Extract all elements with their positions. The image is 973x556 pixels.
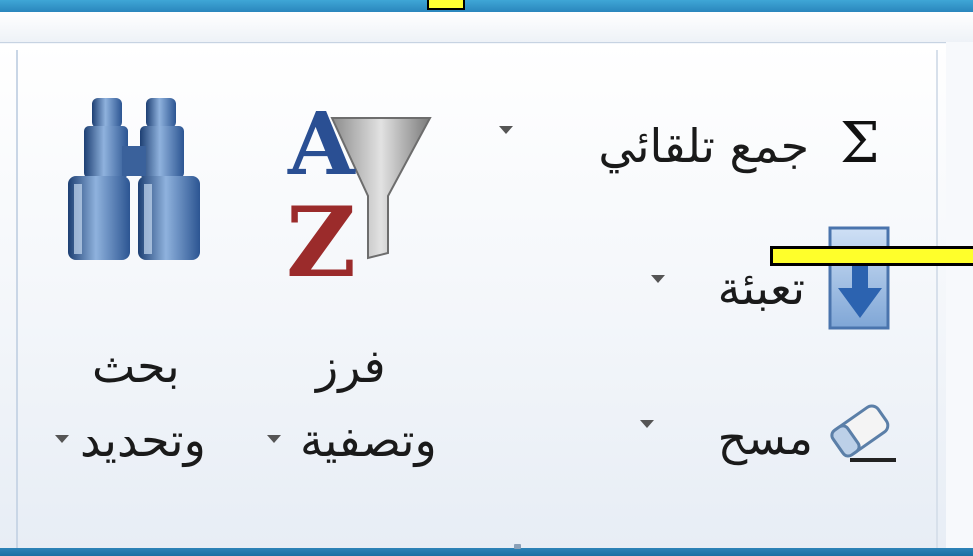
annotation-pointer-arrow — [770, 246, 973, 266]
ribbon-right-edge — [946, 42, 973, 548]
clear-label[interactable]: مسح — [718, 412, 813, 464]
title-band — [0, 0, 973, 12]
bottom-band — [0, 548, 973, 556]
autosum-dropdown-arrow[interactable] — [499, 126, 513, 134]
sort-filter-dropdown-arrow[interactable] — [267, 435, 281, 443]
group-separator-left — [16, 50, 18, 548]
fill-dropdown-arrow[interactable] — [651, 275, 665, 283]
find-select-label-line2[interactable]: وتحديد — [80, 414, 206, 466]
sort-filter-label-line2[interactable]: وتصفية — [300, 414, 437, 466]
find-select-label-line1[interactable]: بحث — [92, 340, 180, 392]
annotation-marker-top — [427, 0, 465, 10]
sort-filter-label-line1[interactable]: فرز — [316, 340, 386, 392]
eraser-icon[interactable] — [820, 392, 900, 470]
svg-text:Z: Z — [286, 186, 356, 283]
group-separator-right — [936, 50, 938, 548]
ribbon-tab-strip — [0, 12, 973, 43]
group-dialog-launcher[interactable] — [514, 544, 521, 549]
svg-text:A: A — [287, 94, 356, 195]
autosum-label[interactable]: جمع تلقائي — [598, 120, 809, 172]
fill-label[interactable]: تعبئة — [718, 262, 805, 314]
find-select-dropdown-arrow[interactable] — [55, 435, 69, 443]
sort-az-funnel-icon[interactable]: A Z — [280, 88, 440, 299]
binoculars-icon[interactable] — [62, 94, 212, 268]
sigma-icon[interactable]: Σ — [840, 116, 880, 172]
fill-down-arrow-icon[interactable] — [828, 226, 892, 336]
clear-dropdown-arrow[interactable] — [640, 420, 654, 428]
